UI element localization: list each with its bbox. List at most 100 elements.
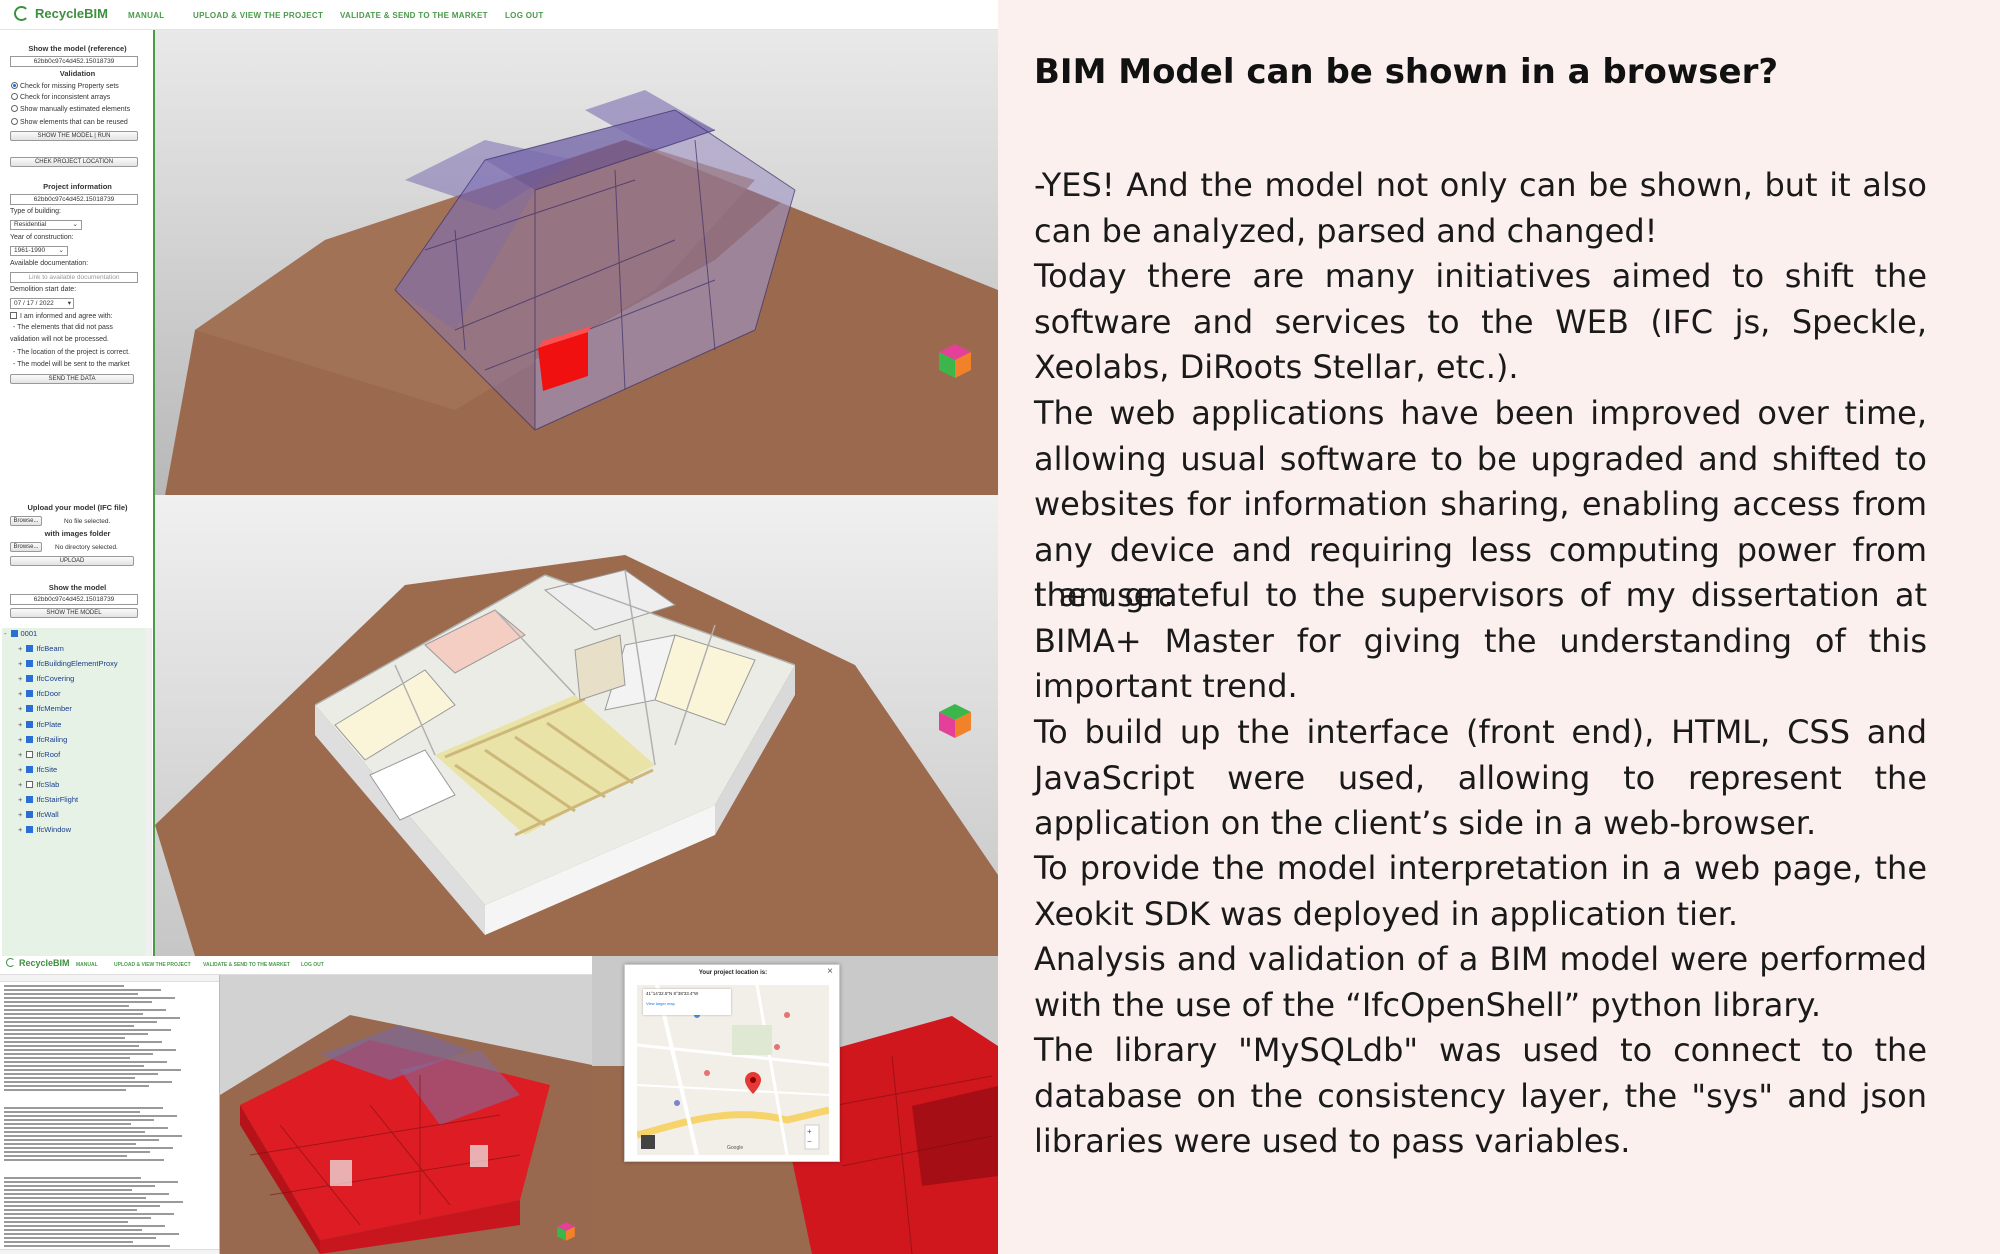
- year-label: Year of construction:: [10, 234, 74, 241]
- send-data-button[interactable]: SEND THE DATA: [10, 374, 134, 384]
- expand-icon[interactable]: +: [18, 674, 22, 683]
- viewport-validation[interactable]: [220, 975, 592, 1254]
- log-line: [4, 1053, 153, 1055]
- validation-option-4[interactable]: Show elements that can be reused: [11, 118, 128, 126]
- expand-icon[interactable]: +: [18, 704, 22, 713]
- view-cube[interactable]: [555, 1220, 577, 1242]
- embedded-map[interactable]: 41°14'32.5"N 8°38'33.4"W View larger map…: [637, 985, 829, 1155]
- browse-file-button[interactable]: Browse...: [10, 516, 42, 526]
- log-line: [4, 1107, 163, 1109]
- nav-validate-send[interactable]: VALIDATE & SEND TO THE MARKET: [340, 11, 488, 20]
- checkbox-icon[interactable]: [26, 675, 34, 683]
- tree-item[interactable]: + IfcBuildingElementProxy: [18, 658, 118, 670]
- brand-logo[interactable]: RecycleBIM: [14, 6, 108, 21]
- demolition-date-input[interactable]: 07 / 17 / 2022 ▾: [10, 298, 74, 309]
- log-line: [4, 1017, 180, 1019]
- validation-option-3[interactable]: Show manually estimated elements: [11, 105, 130, 113]
- tree-item[interactable]: + IfcSlab: [18, 779, 59, 791]
- validation-option-1[interactable]: Check for missing Property sets: [11, 82, 119, 90]
- expand-icon[interactable]: +: [18, 825, 22, 834]
- expand-icon[interactable]: +: [18, 644, 22, 653]
- tree-scrollbar[interactable]: [146, 628, 151, 956]
- model-id-input[interactable]: 62bb0c97c4d452.15018739: [10, 594, 138, 605]
- viewport-xray[interactable]: [155, 30, 998, 495]
- expand-icon[interactable]: +: [18, 810, 22, 819]
- project-id-input[interactable]: 62bb0c97c4d452.15018739: [10, 194, 138, 205]
- upload-button[interactable]: UPLOAD: [10, 556, 134, 566]
- show-model-title: Show the model: [48, 583, 107, 592]
- checkbox-icon[interactable]: [26, 690, 34, 698]
- tree-item[interactable]: + IfcWindow: [18, 824, 71, 836]
- log-line: [4, 1025, 134, 1027]
- nav-manual-small[interactable]: MANUAL: [76, 962, 98, 968]
- view-cube[interactable]: [935, 340, 975, 380]
- log-line: [4, 1065, 144, 1067]
- model-ref-input[interactable]: 62bb0c97c4d452.15018739: [10, 56, 138, 67]
- cube-icon: [557, 1222, 575, 1241]
- expand-icon[interactable]: +: [18, 765, 22, 774]
- log-line: [4, 1213, 174, 1215]
- log-line: [4, 1073, 158, 1075]
- expand-icon[interactable]: +: [18, 750, 22, 759]
- tree-item[interactable]: + IfcCovering: [18, 673, 74, 685]
- expand-icon[interactable]: +: [18, 780, 22, 789]
- log-line: [4, 1135, 182, 1137]
- map-view-larger-link[interactable]: View larger map: [643, 998, 731, 1009]
- tree-item[interactable]: + IfcBeam: [18, 643, 64, 655]
- checkbox-icon[interactable]: [26, 811, 34, 819]
- nav-logout-small[interactable]: LOG OUT: [301, 962, 324, 968]
- viewport-render[interactable]: [155, 495, 998, 956]
- check-location-button[interactable]: CHEK PROJECT LOCATION: [10, 157, 138, 167]
- zoom-in-icon[interactable]: +: [807, 1127, 812, 1136]
- log-window[interactable]: [0, 975, 220, 1254]
- nav-upload-view[interactable]: UPLOAD & VIEW THE PROJECT: [193, 11, 323, 20]
- log-line: [4, 1005, 129, 1007]
- nav-logout[interactable]: LOG OUT: [505, 11, 544, 20]
- tree-item[interactable]: + IfcWall: [18, 809, 59, 821]
- agree-checkbox[interactable]: I am informed and agree with:: [10, 312, 113, 320]
- close-icon[interactable]: ×: [827, 966, 833, 977]
- log-line: [4, 1181, 178, 1183]
- zoom-out-icon[interactable]: −: [807, 1137, 812, 1146]
- expand-icon[interactable]: +: [18, 659, 22, 668]
- tree-item[interactable]: + IfcDoor: [18, 688, 61, 700]
- checkbox-icon[interactable]: [26, 735, 34, 743]
- show-model-button[interactable]: SHOW THE MODEL: [10, 608, 138, 618]
- nav-manual[interactable]: MANUAL: [128, 11, 164, 20]
- tree-item[interactable]: + IfcRoof: [18, 749, 60, 761]
- docs-input[interactable]: Link to available documentation: [10, 272, 138, 283]
- checkbox-icon[interactable]: [26, 765, 34, 773]
- tree-item[interactable]: + IfcMember: [18, 703, 72, 715]
- checkbox-icon[interactable]: [26, 660, 34, 668]
- log-line: [4, 1159, 164, 1161]
- expand-icon[interactable]: +: [18, 795, 22, 804]
- brand-logo-small[interactable]: RecycleBIM: [6, 958, 70, 968]
- expand-icon[interactable]: +: [18, 720, 22, 729]
- validated-model-render: [220, 975, 592, 1254]
- expand-icon[interactable]: +: [18, 689, 22, 698]
- year-select[interactable]: 1961-1990 ⌄: [10, 246, 68, 256]
- log-line: [4, 1241, 133, 1243]
- tree-root[interactable]: -0001: [4, 628, 37, 640]
- tree-item[interactable]: + IfcPlate: [18, 719, 61, 731]
- show-run-button[interactable]: SHOW THE MODEL | RUN: [10, 131, 138, 141]
- checkbox-icon[interactable]: [26, 780, 34, 788]
- nav-validate-small[interactable]: VALIDATE & SEND TO THE MARKET: [203, 962, 290, 968]
- checkbox-icon[interactable]: [26, 645, 34, 652]
- tree-item[interactable]: + IfcSite: [18, 764, 57, 776]
- browse-dir-button[interactable]: Browse...: [10, 542, 42, 552]
- tree-item[interactable]: + IfcRailing: [18, 734, 67, 746]
- type-select[interactable]: Residential ⌄: [10, 220, 82, 230]
- expand-icon[interactable]: +: [18, 735, 22, 744]
- checkbox-icon[interactable]: [26, 796, 34, 803]
- validation-option-2[interactable]: Check for inconsistent arrays: [11, 93, 110, 101]
- checkbox-icon[interactable]: [26, 826, 34, 834]
- checkbox-icon[interactable]: [26, 705, 34, 713]
- tree-item[interactable]: + IfcStairFlight: [18, 794, 78, 806]
- app-navbar: RecycleBIM MANUAL UPLOAD & VIEW THE PROJ…: [0, 0, 998, 30]
- nav-upload-small[interactable]: UPLOAD & VIEW THE PROJECT: [114, 962, 191, 968]
- view-cube[interactable]: [935, 700, 975, 740]
- log-line: [4, 1189, 132, 1191]
- checkbox-icon[interactable]: [26, 750, 34, 758]
- checkbox-icon[interactable]: [26, 720, 34, 728]
